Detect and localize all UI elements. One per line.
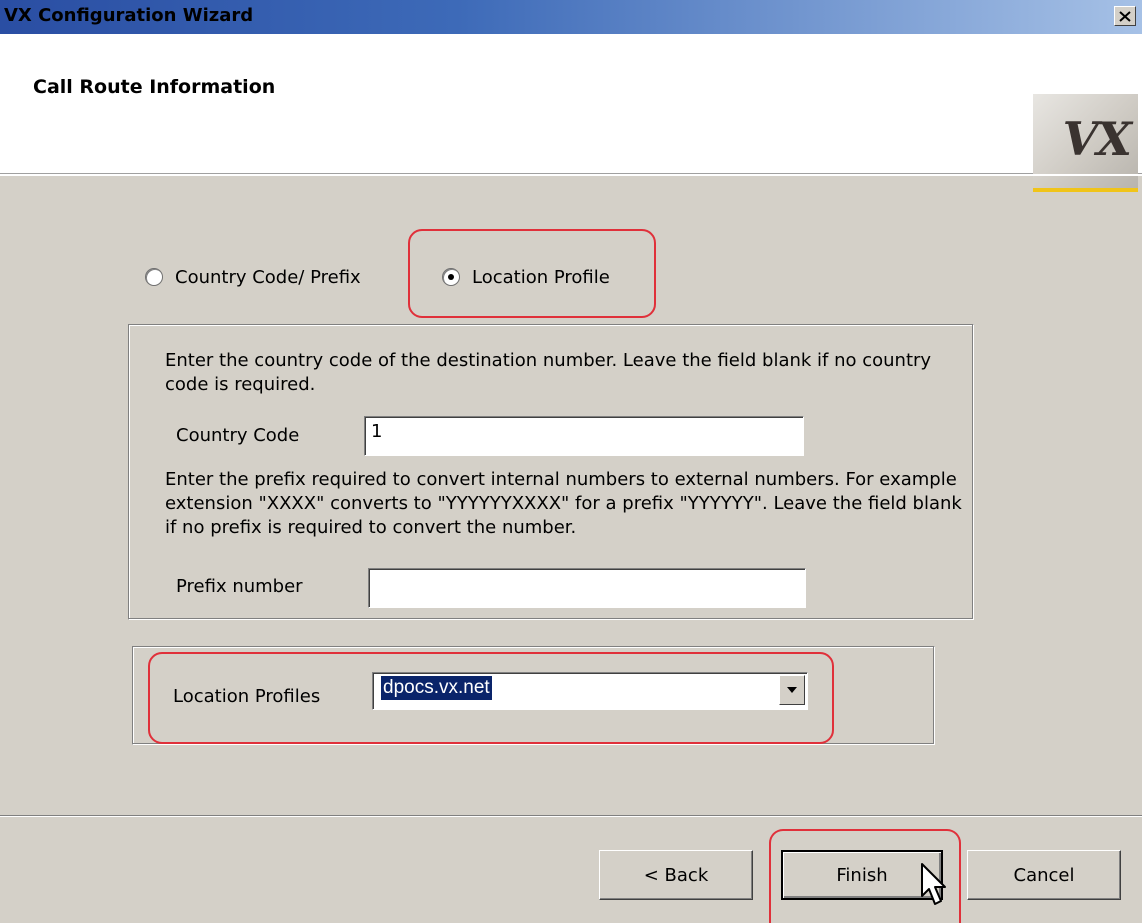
highlight-location-profiles <box>148 652 834 744</box>
prefix-help-text: Enter the prefix required to convert int… <box>165 469 962 538</box>
cancel-button-label: Cancel <box>1013 864 1075 886</box>
window-title: VX Configuration Wizard <box>4 5 254 26</box>
title-bar[interactable]: VX Configuration Wizard <box>0 0 1142 34</box>
country-code-help-text: Enter the country code of the destinatio… <box>165 350 932 395</box>
close-icon <box>1119 10 1131 22</box>
mouse-pointer-icon <box>921 863 946 905</box>
wizard-window: VX Configuration Wizard Call Route Infor… <box>0 0 1142 923</box>
country-code-input[interactable]: 1 <box>364 416 804 456</box>
footer-separator <box>0 815 1142 817</box>
vx-logo: VX <box>1033 94 1138 192</box>
radio-label-country-code: Country Code/ Prefix <box>175 266 361 288</box>
prefix-number-input[interactable] <box>368 568 806 608</box>
wizard-header: Call Route Information VX <box>0 34 1142 192</box>
radio-country-code-prefix[interactable]: Country Code/ Prefix <box>145 262 361 292</box>
close-button[interactable] <box>1114 6 1136 26</box>
cancel-button[interactable]: Cancel <box>967 850 1121 900</box>
prefix-number-label: Prefix number <box>176 576 303 597</box>
country-code-label: Country Code <box>176 425 300 446</box>
highlight-location-profile <box>408 229 656 318</box>
back-button-label: < Back <box>643 864 709 886</box>
radio-circle-country-code[interactable] <box>145 268 163 286</box>
logo-text: VX <box>1062 112 1132 166</box>
page-title: Call Route Information <box>33 76 276 98</box>
back-button[interactable]: < Back <box>599 850 753 900</box>
